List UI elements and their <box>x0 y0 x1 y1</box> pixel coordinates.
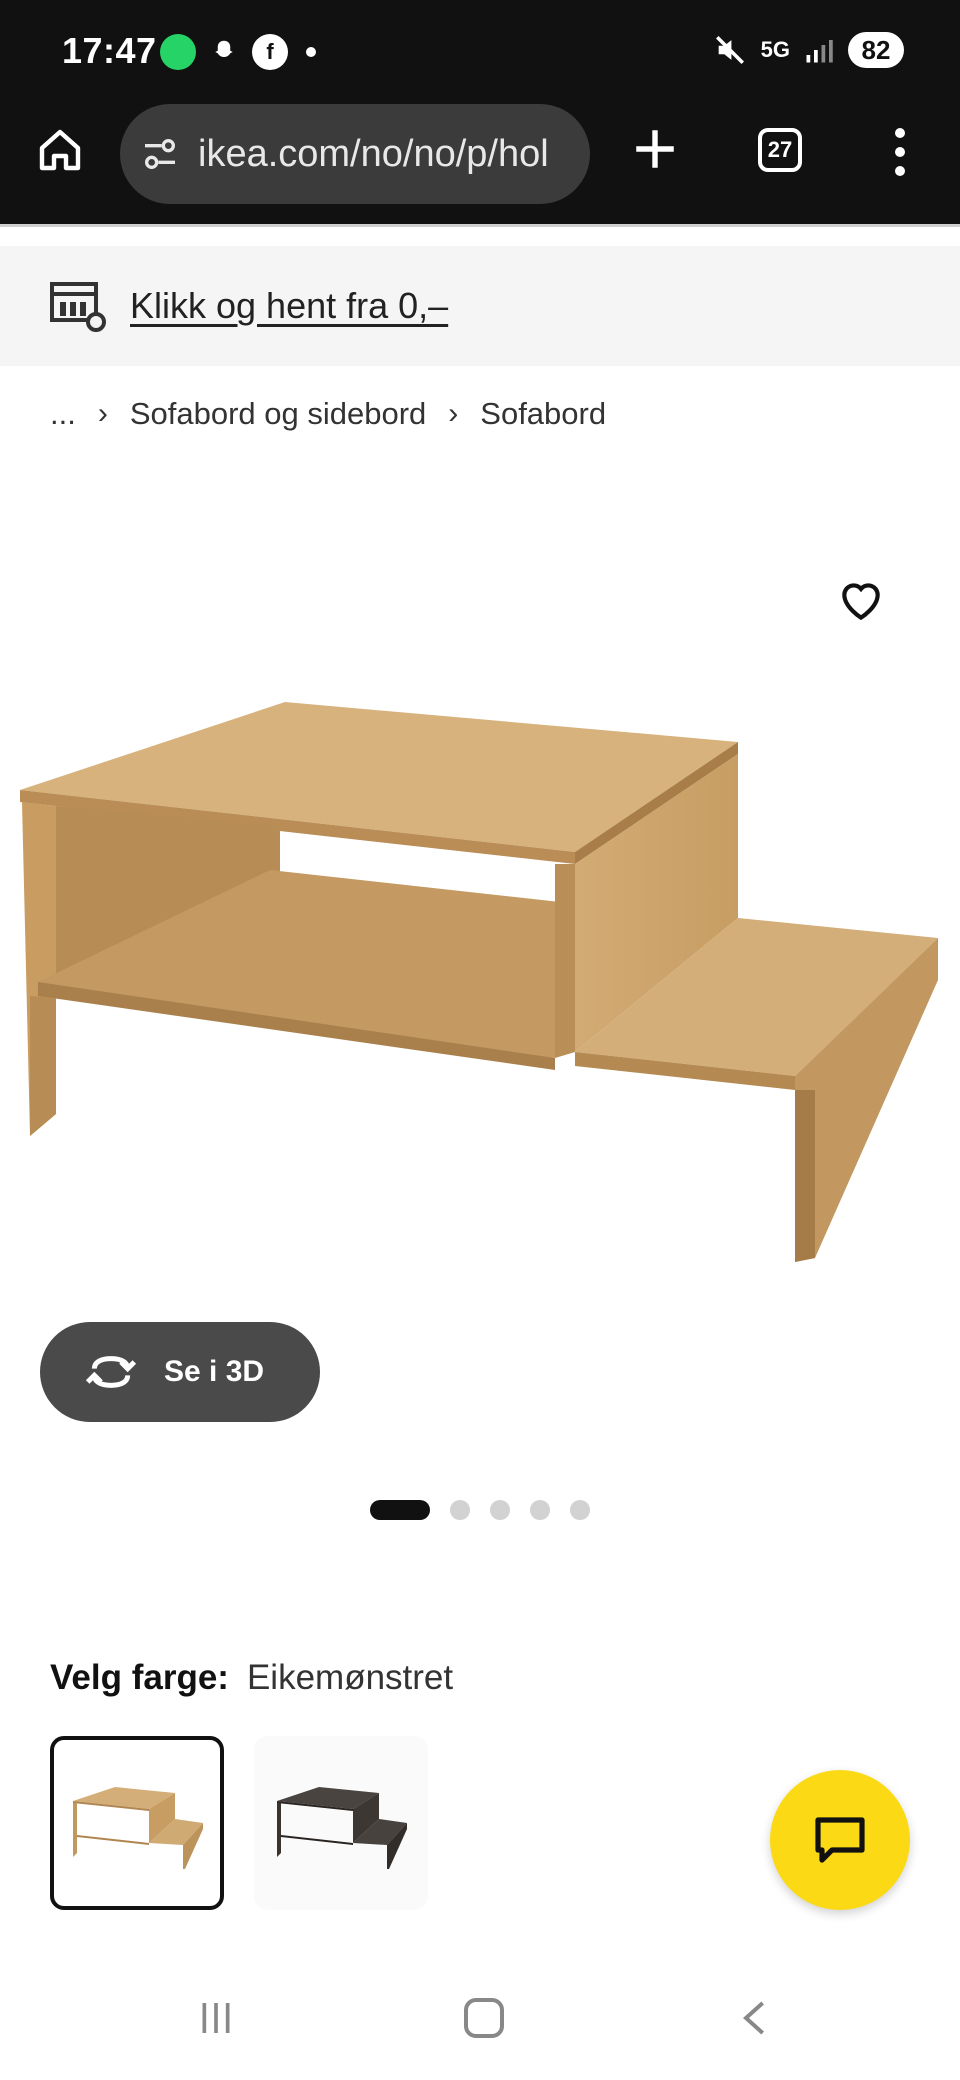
chat-button[interactable] <box>770 1770 910 1910</box>
image-carousel-dots <box>370 1500 590 1520</box>
color-option-black-brown[interactable] <box>254 1736 428 1910</box>
browser-toolbar: ikea.com/no/no/p/hol 27 <box>0 100 960 224</box>
color-selector-label: Velg farge: Eikemønstret <box>50 1658 453 1698</box>
home-nav-icon[interactable] <box>464 1998 504 2038</box>
rotate-3d-icon <box>85 1356 137 1388</box>
heart-icon[interactable] <box>836 576 886 626</box>
back-icon[interactable] <box>736 1998 776 2038</box>
color-value: Eikemønstret <box>246 1658 454 1697</box>
notification-icons: f <box>160 34 316 70</box>
system-nav-bar <box>0 1960 960 2080</box>
more-options-icon[interactable] <box>892 128 908 176</box>
view-3d-label: Se i 3D <box>164 1355 265 1388</box>
system-icons: 5G 82 <box>713 32 904 68</box>
more-notifications-dot <box>306 47 316 57</box>
carousel-dot[interactable] <box>370 1500 430 1520</box>
chat-icon <box>815 1817 865 1863</box>
url-text: ikea.com/no/no/p/hol <box>198 132 549 175</box>
carousel-dot[interactable] <box>570 1500 590 1520</box>
signal-icon <box>806 40 833 63</box>
promo-banner[interactable]: Klikk og hent fra 0,– <box>0 246 960 366</box>
product-image[interactable] <box>0 680 960 1300</box>
chevron-right-icon: › <box>97 397 108 430</box>
mute-icon <box>715 35 744 65</box>
promo-link[interactable]: Klikk og hent fra 0,– <box>130 285 448 327</box>
facebook-icon: f <box>252 34 288 70</box>
store-pickup-icon <box>50 282 106 332</box>
site-settings-icon[interactable] <box>140 134 180 174</box>
new-tab-icon[interactable] <box>630 124 680 174</box>
home-icon[interactable] <box>36 126 84 174</box>
oak-table-thumbnail <box>73 1787 203 1869</box>
status-time: 17:47 <box>62 30 157 71</box>
color-option-oak[interactable] <box>50 1736 224 1910</box>
carousel-dot[interactable] <box>450 1500 470 1520</box>
breadcrumb: ... › Sofabord og sidebord › Sofabord <box>50 396 606 432</box>
tab-switcher-button[interactable]: 27 <box>758 128 802 172</box>
breadcrumb-item[interactable]: Sofabord og sidebord <box>130 396 426 432</box>
breadcrumb-ellipsis[interactable]: ... <box>50 396 76 432</box>
breadcrumb-item[interactable]: Sofabord <box>480 396 606 432</box>
snapchat-icon <box>206 34 242 70</box>
toolbar-divider <box>0 224 960 227</box>
carousel-dot[interactable] <box>490 1500 510 1520</box>
chevron-right-icon: › <box>448 397 459 430</box>
black-brown-table-thumbnail <box>277 1787 407 1869</box>
network-type: 5G <box>760 37 790 62</box>
battery-indicator: 82 <box>848 32 904 68</box>
carousel-dot[interactable] <box>530 1500 550 1520</box>
recents-icon[interactable] <box>196 1998 236 2038</box>
url-bar[interactable]: ikea.com/no/no/p/hol <box>120 104 590 204</box>
color-label: Velg farge: <box>50 1658 229 1697</box>
view-3d-button[interactable]: Se i 3D <box>40 1322 320 1422</box>
whatsapp-business-icon <box>160 34 196 70</box>
status-bar: 17:47 f 5G 82 <box>0 0 960 100</box>
